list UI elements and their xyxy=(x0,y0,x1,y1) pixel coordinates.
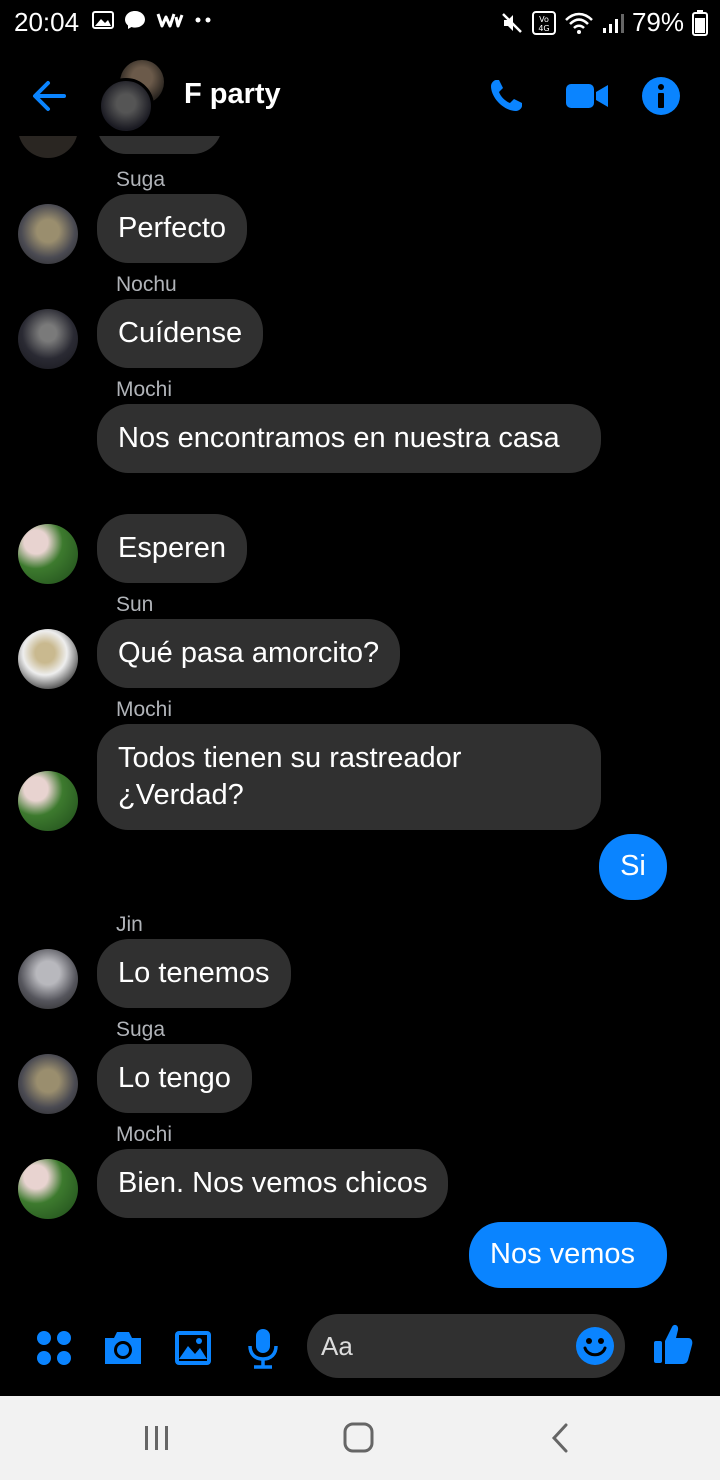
messenger-notif-icon xyxy=(125,11,145,29)
sender-name: Mochi xyxy=(116,1123,173,1146)
sender-name: Nochu xyxy=(116,273,177,296)
video-icon[interactable] xyxy=(564,76,610,116)
emoji-icon[interactable] xyxy=(575,1326,615,1366)
avatar[interactable] xyxy=(18,1054,78,1114)
notification-icons xyxy=(92,10,212,30)
camera-icon[interactable] xyxy=(101,1326,145,1370)
battery-icon xyxy=(692,9,708,36)
my-message-bubble[interactable]: Nos vemos xyxy=(469,1222,667,1288)
chat-header: F party xyxy=(0,56,720,136)
avatar[interactable] xyxy=(18,524,78,584)
sender-name: Mochi xyxy=(116,378,173,401)
recent-apps-icon[interactable] xyxy=(142,1424,172,1452)
wattpad-notif-icon xyxy=(156,13,184,28)
chat-title[interactable]: F party xyxy=(184,78,281,111)
message-bubble[interactable]: Perfecto xyxy=(97,194,247,263)
group-avatar[interactable] xyxy=(98,60,170,134)
avatar[interactable] xyxy=(18,771,78,831)
message-bubble[interactable]: Todos tienen su rastreador ¿Verdad? xyxy=(97,724,601,830)
message-input[interactable]: Aa xyxy=(307,1314,625,1378)
message-bubble[interactable]: Esperen xyxy=(97,514,248,583)
message-bubble[interactable]: Qué pasa amorcito? xyxy=(97,619,401,688)
gallery-icon[interactable] xyxy=(171,1326,215,1370)
message-bubble[interactable]: Lo tengo xyxy=(97,1044,252,1113)
home-icon[interactable] xyxy=(342,1422,376,1454)
message-bubble[interactable]: Cuídense xyxy=(97,299,264,368)
composer-bar: Aa xyxy=(0,1306,720,1392)
svg-text:4G: 4G xyxy=(538,24,549,33)
my-message-bubble[interactable]: Si xyxy=(599,834,667,900)
message-list[interactable]: Suga Perfecto Nochu Cuídense Mochi Nos e… xyxy=(0,136,720,1306)
sender-name: Jin xyxy=(116,913,143,936)
sender-name: Suga xyxy=(116,1018,166,1041)
message-input-placeholder: Aa xyxy=(321,1331,353,1361)
volte-4g-icon: Vo 4G xyxy=(531,10,556,35)
sender-name: Suga xyxy=(116,168,166,191)
signal-icon xyxy=(602,13,624,33)
like-icon[interactable] xyxy=(652,1322,694,1366)
battery-percent: 79% xyxy=(631,7,684,37)
avatar[interactable] xyxy=(18,949,78,1009)
mute-icon xyxy=(502,12,522,33)
avatar[interactable] xyxy=(18,1159,78,1219)
avatar[interactable] xyxy=(18,309,78,369)
wifi-icon xyxy=(565,12,593,34)
apps-icon[interactable] xyxy=(32,1326,76,1370)
more-notifications-icon xyxy=(195,17,211,23)
status-time: 20:04 xyxy=(14,7,80,37)
svg-text:Vo: Vo xyxy=(539,15,549,24)
phone-icon[interactable] xyxy=(486,76,526,116)
message-bubble[interactable]: Nos encontramos en nuestra casa xyxy=(97,404,601,473)
sender-name: Mochi xyxy=(116,698,173,721)
gallery-notif-icon xyxy=(92,11,114,29)
system-nav-bar xyxy=(0,1396,720,1480)
message-bubble[interactable]: Lo tenemos xyxy=(97,939,291,1008)
mic-icon[interactable] xyxy=(241,1326,285,1370)
group-avatar-photo-2 xyxy=(98,78,154,134)
nav-back-icon[interactable] xyxy=(548,1422,572,1454)
info-icon[interactable] xyxy=(641,76,681,116)
status-bar: 20:04 Vo 4G 79% xyxy=(0,0,720,44)
message-bubble[interactable]: Bien. Nos vemos chicos xyxy=(97,1149,449,1218)
avatar[interactable] xyxy=(18,629,78,689)
partial-message-bubble xyxy=(97,136,222,154)
avatar[interactable] xyxy=(18,204,78,264)
avatar xyxy=(18,136,78,158)
sender-name: Sun xyxy=(116,593,154,616)
back-arrow-icon[interactable] xyxy=(28,74,72,118)
status-right: Vo 4G 79% xyxy=(500,7,708,38)
